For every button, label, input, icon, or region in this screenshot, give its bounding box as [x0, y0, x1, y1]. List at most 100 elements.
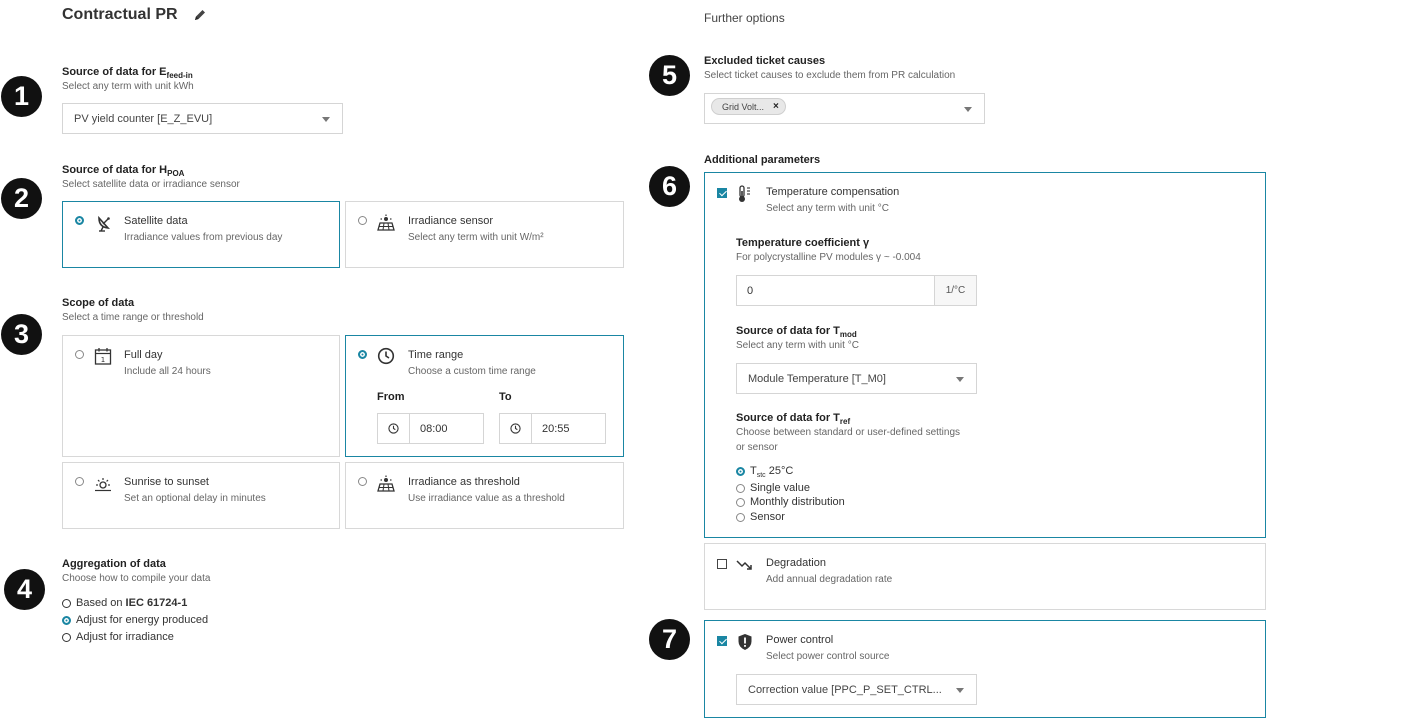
tref-monthly-radio[interactable]: [736, 498, 745, 507]
chevron-down-icon: [322, 116, 330, 122]
step-badge-2: 2: [1, 178, 42, 219]
aggregation-energy-radio[interactable]: [62, 616, 71, 625]
calendar-icon: 1: [94, 348, 112, 365]
ticket-cause-chip: Grid Volt... ×: [711, 98, 786, 115]
ticket-cause-chip-label: Grid Volt...: [722, 101, 765, 112]
tref-label: Source of data for Tref: [736, 412, 851, 427]
satellite-desc: Irradiance values from previous day: [124, 232, 283, 243]
satellite-data-option[interactable]: Satellite data Irradiance values from pr…: [62, 201, 340, 268]
power-control-desc: Select power control source: [766, 651, 890, 662]
tref-option-monthly[interactable]: Monthly distribution: [736, 496, 936, 510]
tref-hint-line1: Choose between standard or user-defined …: [736, 427, 961, 438]
tmod-select[interactable]: Module Temperature [T_M0]: [736, 363, 977, 394]
tref-tstc-label: Tstc 25°C: [750, 465, 794, 480]
time-range-option[interactable]: Time range Choose a custom time range Fr…: [345, 335, 624, 457]
irradiance-threshold-option[interactable]: Irradiance as threshold Use irradiance v…: [345, 462, 624, 529]
shield-alert-icon: [738, 634, 752, 650]
additional-parameters-label: Additional parameters: [704, 154, 821, 166]
degradation-checkbox[interactable]: [717, 559, 727, 569]
full-day-radio[interactable]: [75, 350, 84, 359]
irradiance-sensor-option[interactable]: Irradiance sensor Select any term with u…: [345, 201, 624, 268]
sunrise-sunset-option[interactable]: Sunrise to sunset Set an optional delay …: [62, 462, 340, 529]
satellite-radio[interactable]: [75, 216, 84, 225]
temperature-compensation-card: Temperature compensation Select any term…: [704, 172, 1266, 538]
tref-option-tstc[interactable]: Tstc 25°C: [736, 465, 936, 479]
aggregation-option-energy[interactable]: Adjust for energy produced: [62, 614, 312, 628]
chevron-down-icon: [956, 687, 964, 693]
hpoa-label: Source of data for HPOA: [62, 164, 185, 179]
feedin-hint: Select any term with unit kWh: [62, 81, 194, 92]
tref-option-sensor[interactable]: Sensor: [736, 511, 936, 525]
tmod-hint: Select any term with unit °C: [736, 340, 859, 351]
aggregation-energy-label: Adjust for energy produced: [76, 614, 209, 626]
irradiance-sensor-radio[interactable]: [358, 216, 367, 225]
step-badge-5: 5: [649, 55, 690, 96]
power-control-card: Power control Select power control sourc…: [704, 620, 1266, 718]
full-day-title: Full day: [124, 349, 163, 361]
temp-coefficient-unit: 1/°C: [934, 276, 976, 305]
clock-icon: [500, 414, 532, 443]
step-badge-7: 7: [649, 619, 690, 660]
clock-icon: [378, 414, 410, 443]
irradiance-sensor-title: Irradiance sensor: [408, 215, 493, 227]
power-control-select[interactable]: Correction value [PPC_P_SET_CTRL...: [736, 674, 977, 705]
degradation-title: Degradation: [766, 557, 826, 569]
tref-option-single[interactable]: Single value: [736, 482, 936, 496]
temp-coefficient-field[interactable]: 0 1/°C: [736, 275, 977, 306]
temp-coefficient-label: Temperature coefficient γ: [736, 237, 870, 249]
tref-sensor-radio[interactable]: [736, 513, 745, 522]
thermometer-icon: [739, 185, 750, 202]
tref-hint-line2: or sensor: [736, 442, 778, 453]
excluded-causes-select[interactable]: Grid Volt... ×: [704, 93, 985, 124]
edit-pencil-icon[interactable]: [193, 8, 207, 22]
tref-single-label: Single value: [750, 482, 810, 494]
irradiance-threshold-title: Irradiance as threshold: [408, 476, 520, 488]
tref-tstc-radio[interactable]: [736, 467, 745, 476]
from-time-input[interactable]: 08:00: [377, 413, 484, 444]
aggregation-iec-label: Based on IEC 61724-1: [76, 597, 188, 609]
tmod-label: Source of data for Tmod: [736, 325, 857, 340]
solar-panel-icon: [377, 475, 395, 492]
degradation-card: Degradation Add annual degradation rate: [704, 543, 1266, 610]
temp-coefficient-input[interactable]: 0: [737, 276, 934, 305]
svg-text:1: 1: [101, 356, 105, 364]
aggregation-irradiance-label: Adjust for irradiance: [76, 631, 174, 643]
to-time-input[interactable]: 20:55: [499, 413, 606, 444]
tmod-select-value: Module Temperature [T_M0]: [748, 372, 886, 385]
step-badge-3: 3: [1, 314, 42, 355]
tref-single-radio[interactable]: [736, 484, 745, 493]
from-label: From: [377, 391, 405, 403]
solar-panel-icon: [377, 214, 395, 231]
feedin-select[interactable]: PV yield counter [E_Z_EVU]: [62, 103, 343, 134]
sunrise-sunset-desc: Set an optional delay in minutes: [124, 493, 266, 504]
degradation-desc: Add annual degradation rate: [766, 574, 893, 585]
further-options-heading: Further options: [704, 11, 785, 25]
satellite-dish-icon: [98, 215, 111, 232]
aggregation-iec-radio[interactable]: [62, 599, 71, 608]
power-control-checkbox[interactable]: [717, 636, 727, 646]
full-day-desc: Include all 24 hours: [124, 366, 211, 377]
time-range-radio[interactable]: [358, 350, 367, 359]
tref-monthly-label: Monthly distribution: [750, 496, 845, 508]
aggregation-irradiance-radio[interactable]: [62, 633, 71, 642]
full-day-option[interactable]: 1 Full day Include all 24 hours: [62, 335, 340, 457]
chip-remove-icon[interactable]: ×: [773, 101, 779, 112]
irradiance-sensor-desc: Select any term with unit W/m²: [408, 232, 544, 243]
aggregation-option-irradiance[interactable]: Adjust for irradiance: [62, 631, 312, 645]
irradiance-threshold-radio[interactable]: [358, 477, 367, 486]
temp-coefficient-hint: For polycrystalline PV modules γ ~ -0.00…: [736, 252, 921, 263]
scope-hint: Select a time range or threshold: [62, 312, 204, 323]
sunrise-sunset-radio[interactable]: [75, 477, 84, 486]
hpoa-hint: Select satellite data or irradiance sens…: [62, 179, 240, 190]
sunrise-sunset-title: Sunrise to sunset: [124, 476, 209, 488]
temperature-compensation-desc: Select any term with unit °C: [766, 203, 889, 214]
aggregation-option-iec[interactable]: Based on IEC 61724-1: [62, 597, 312, 611]
feedin-label: Source of data for Efeed-in: [62, 66, 193, 81]
page-title: Contractual PR: [62, 6, 178, 23]
irradiance-threshold-desc: Use irradiance value as a threshold: [408, 493, 565, 504]
aggregation-hint: Choose how to compile your data: [62, 573, 211, 584]
excluded-hint: Select ticket causes to exclude them fro…: [704, 70, 956, 81]
aggregation-label: Aggregation of data: [62, 558, 166, 570]
chevron-down-icon: [964, 106, 972, 112]
temperature-compensation-checkbox[interactable]: [717, 188, 727, 198]
